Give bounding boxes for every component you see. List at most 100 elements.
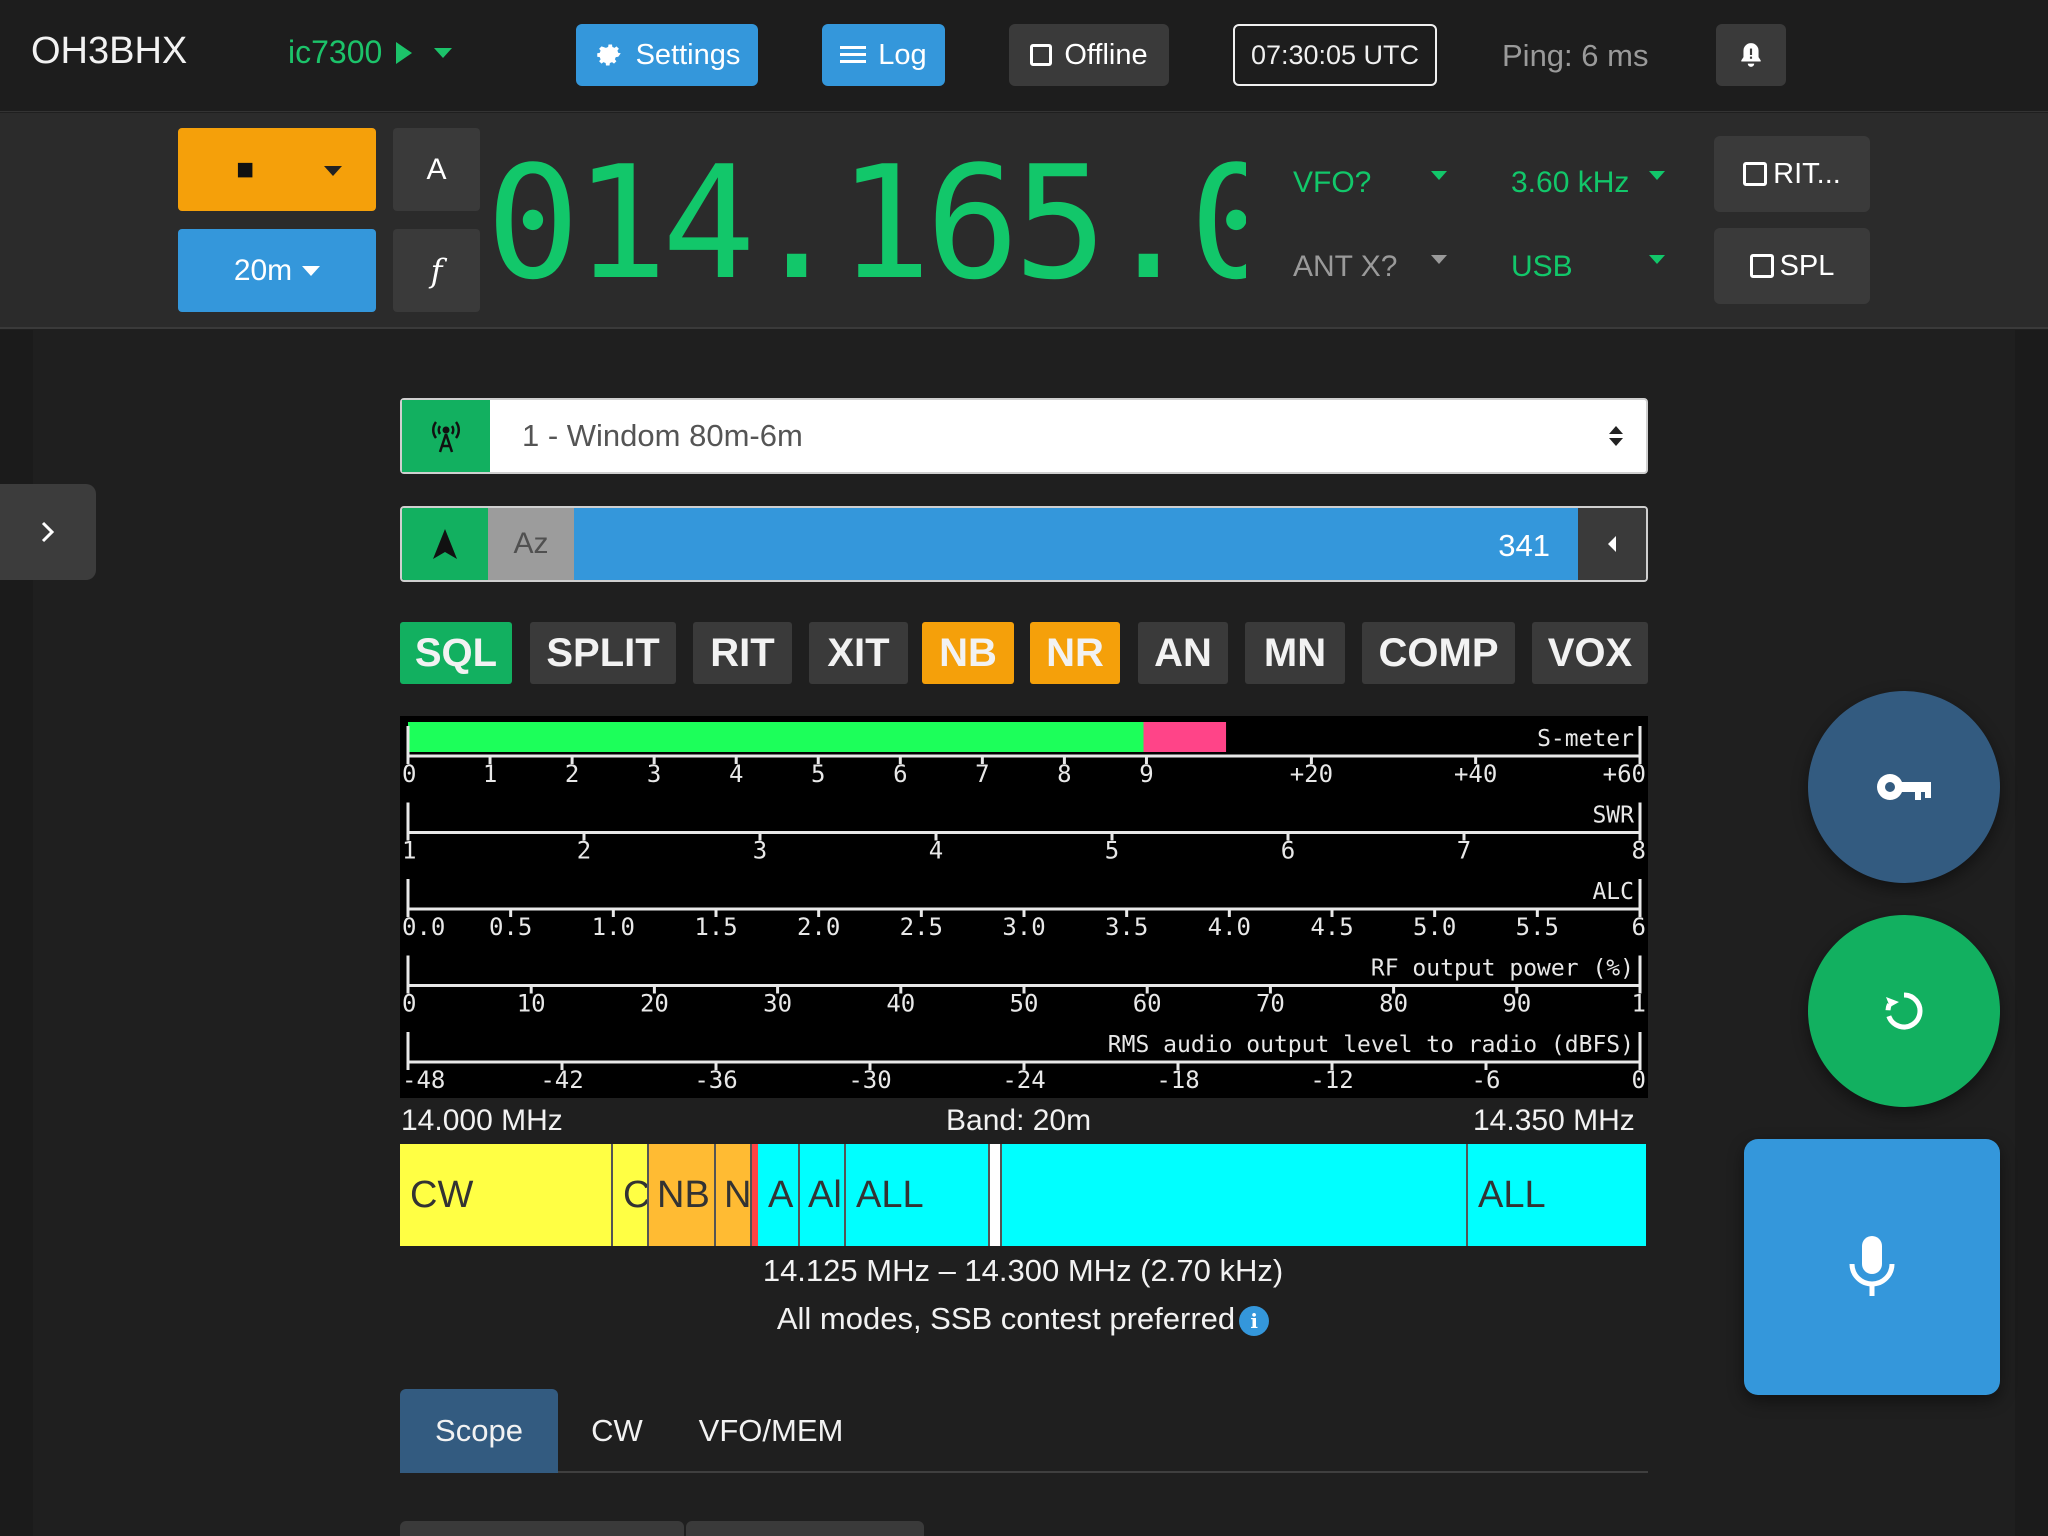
antenna-icon (402, 400, 490, 472)
band-segment[interactable] (990, 1144, 1002, 1246)
band-plan: CW C NB N A Al ALL ALL (400, 1144, 1646, 1246)
band-segment[interactable]: N (716, 1144, 752, 1246)
band-segment[interactable]: Al (800, 1144, 846, 1246)
vfo-letter: A (426, 152, 447, 186)
comp-button[interactable]: COMP (1362, 622, 1515, 684)
tab-scope[interactable]: Scope (400, 1389, 558, 1473)
rotator-control: Az 341 (400, 506, 1648, 582)
offline-toggle[interactable]: Offline (1009, 24, 1169, 86)
sync-button[interactable] (1808, 915, 2000, 1107)
mode-select[interactable]: USB (1511, 247, 1671, 287)
meter-tick-label: 10 (517, 990, 546, 1018)
band-segment[interactable]: C (613, 1144, 649, 1246)
segment-label: ALL (1478, 1173, 1546, 1216)
meter-tick-label: -6 (1472, 1066, 1501, 1094)
meter-tick-label: 3 (753, 837, 767, 865)
meter-tick-label: 4.5 (1310, 913, 1353, 941)
chevron-down-icon (434, 47, 453, 58)
mode-dropdown[interactable]: ■ (178, 128, 376, 211)
band-name: Band: 20m (946, 1104, 1092, 1137)
sort-icon (1586, 400, 1646, 472)
meter-tick-label: 60 (1133, 990, 1162, 1018)
band-segment[interactable]: A (758, 1144, 800, 1246)
meter-tick-label: 4 (729, 760, 743, 788)
xit-button[interactable]: XIT (809, 622, 908, 684)
vfo-select[interactable]: VFO? (1293, 163, 1453, 203)
log-label: Log (878, 38, 927, 71)
split-label: SPLIT (546, 630, 660, 675)
chevron-down-icon (1431, 255, 1447, 264)
rit-toggle[interactable]: RIT... (1714, 136, 1870, 212)
meter-label: SWR (1592, 803, 1634, 829)
meter-tick-label: 50 (1010, 990, 1039, 1018)
meter-tick-label: 6 (893, 760, 907, 788)
subtab[interactable] (686, 1521, 924, 1536)
rit-label: RIT (710, 630, 775, 675)
sql-button[interactable]: SQL (400, 622, 512, 684)
segment-label: N (724, 1173, 752, 1216)
rit-button[interactable]: RIT (693, 622, 792, 684)
chevron-down-icon (1649, 255, 1665, 264)
meter-tick-label: 0.5 (489, 913, 532, 941)
mic-button[interactable] (1744, 1139, 2000, 1395)
meter-tick-label: 8 (1632, 837, 1646, 865)
meter-tick-label: 7 (1457, 837, 1471, 865)
tab-cw[interactable]: CW (558, 1389, 676, 1473)
rotate-button[interactable] (1578, 508, 1646, 580)
tab-label: VFO/MEM (698, 1413, 844, 1448)
vox-button[interactable]: VOX (1532, 622, 1648, 684)
f-button[interactable]: f (393, 229, 480, 312)
chevron-down-icon (324, 166, 342, 176)
vfo-select-label: VFO? (1293, 166, 1372, 199)
key-button[interactable] (1808, 691, 2000, 883)
band-segment[interactable]: CW (400, 1144, 613, 1246)
meter-tick-label: 3.0 (1002, 913, 1045, 941)
antenna-select-label: ANT X? (1293, 250, 1398, 283)
meter-tick-label: 90 (1502, 990, 1531, 1018)
azimuth-slider[interactable]: 341 (574, 508, 1578, 580)
frequency-display[interactable]: 014.165.000 (486, 153, 1246, 293)
meter-tick-label: 0.0 (402, 913, 445, 941)
rig-select[interactable]: ic7300 (288, 34, 453, 71)
meter-tick-label: 4.0 (1208, 913, 1251, 941)
info-icon[interactable]: i (1239, 1305, 1270, 1336)
an-button[interactable]: AN (1138, 622, 1228, 684)
split-toggle[interactable]: SPL (1714, 228, 1870, 304)
meter-tick-label: 4 (929, 837, 943, 865)
nb-button[interactable]: NB (922, 622, 1014, 684)
an-label: AN (1154, 630, 1212, 675)
band-segment[interactable]: ALL (1468, 1144, 1646, 1246)
ping-status: Ping: 6 ms (1502, 38, 1649, 73)
tab-vfo-mem[interactable]: VFO/MEM (676, 1389, 866, 1473)
meter-tick-label: +40 (1454, 760, 1497, 788)
antenna-select[interactable]: ANT X? (1293, 247, 1453, 287)
segment-label: Al (808, 1173, 842, 1216)
meter-tick-label: -48 (402, 1066, 445, 1094)
filter-select[interactable]: 3.60 kHz (1511, 163, 1671, 203)
vfo-a-button[interactable]: A (393, 128, 480, 211)
meter-tick-label: 1.5 (694, 913, 737, 941)
antenna-name: 1 - Windom 80m-6m (522, 418, 803, 453)
sidebar-toggle[interactable] (0, 484, 96, 580)
meter-tick-label: 9 (1139, 760, 1153, 788)
vox-label: VOX (1547, 630, 1633, 675)
log-button[interactable]: Log (822, 24, 945, 86)
split-button[interactable]: SPLIT (530, 622, 676, 684)
meter-tick-label: 0 (402, 760, 416, 788)
mn-button[interactable]: MN (1245, 622, 1345, 684)
settings-label: Settings (635, 38, 741, 71)
band-segment[interactable] (1002, 1144, 1468, 1246)
xit-label: XIT (827, 630, 890, 675)
meter-tick-label: +20 (1290, 760, 1333, 788)
meter-tick-label: 6 (1281, 837, 1295, 865)
subtab[interactable] (400, 1521, 684, 1536)
meter-tick-label: 40 (886, 990, 915, 1018)
band-dropdown[interactable]: 20m (178, 229, 376, 312)
antenna-selector[interactable]: 1 - Windom 80m-6m (400, 398, 1648, 474)
band-segment[interactable]: NB (649, 1144, 716, 1246)
nr-button[interactable]: NR (1030, 622, 1120, 684)
notifications-button[interactable] (1716, 24, 1786, 86)
settings-button[interactable]: Settings (576, 24, 758, 86)
band-segment[interactable]: ALL (846, 1144, 990, 1246)
meter-label: S-meter (1537, 726, 1634, 752)
